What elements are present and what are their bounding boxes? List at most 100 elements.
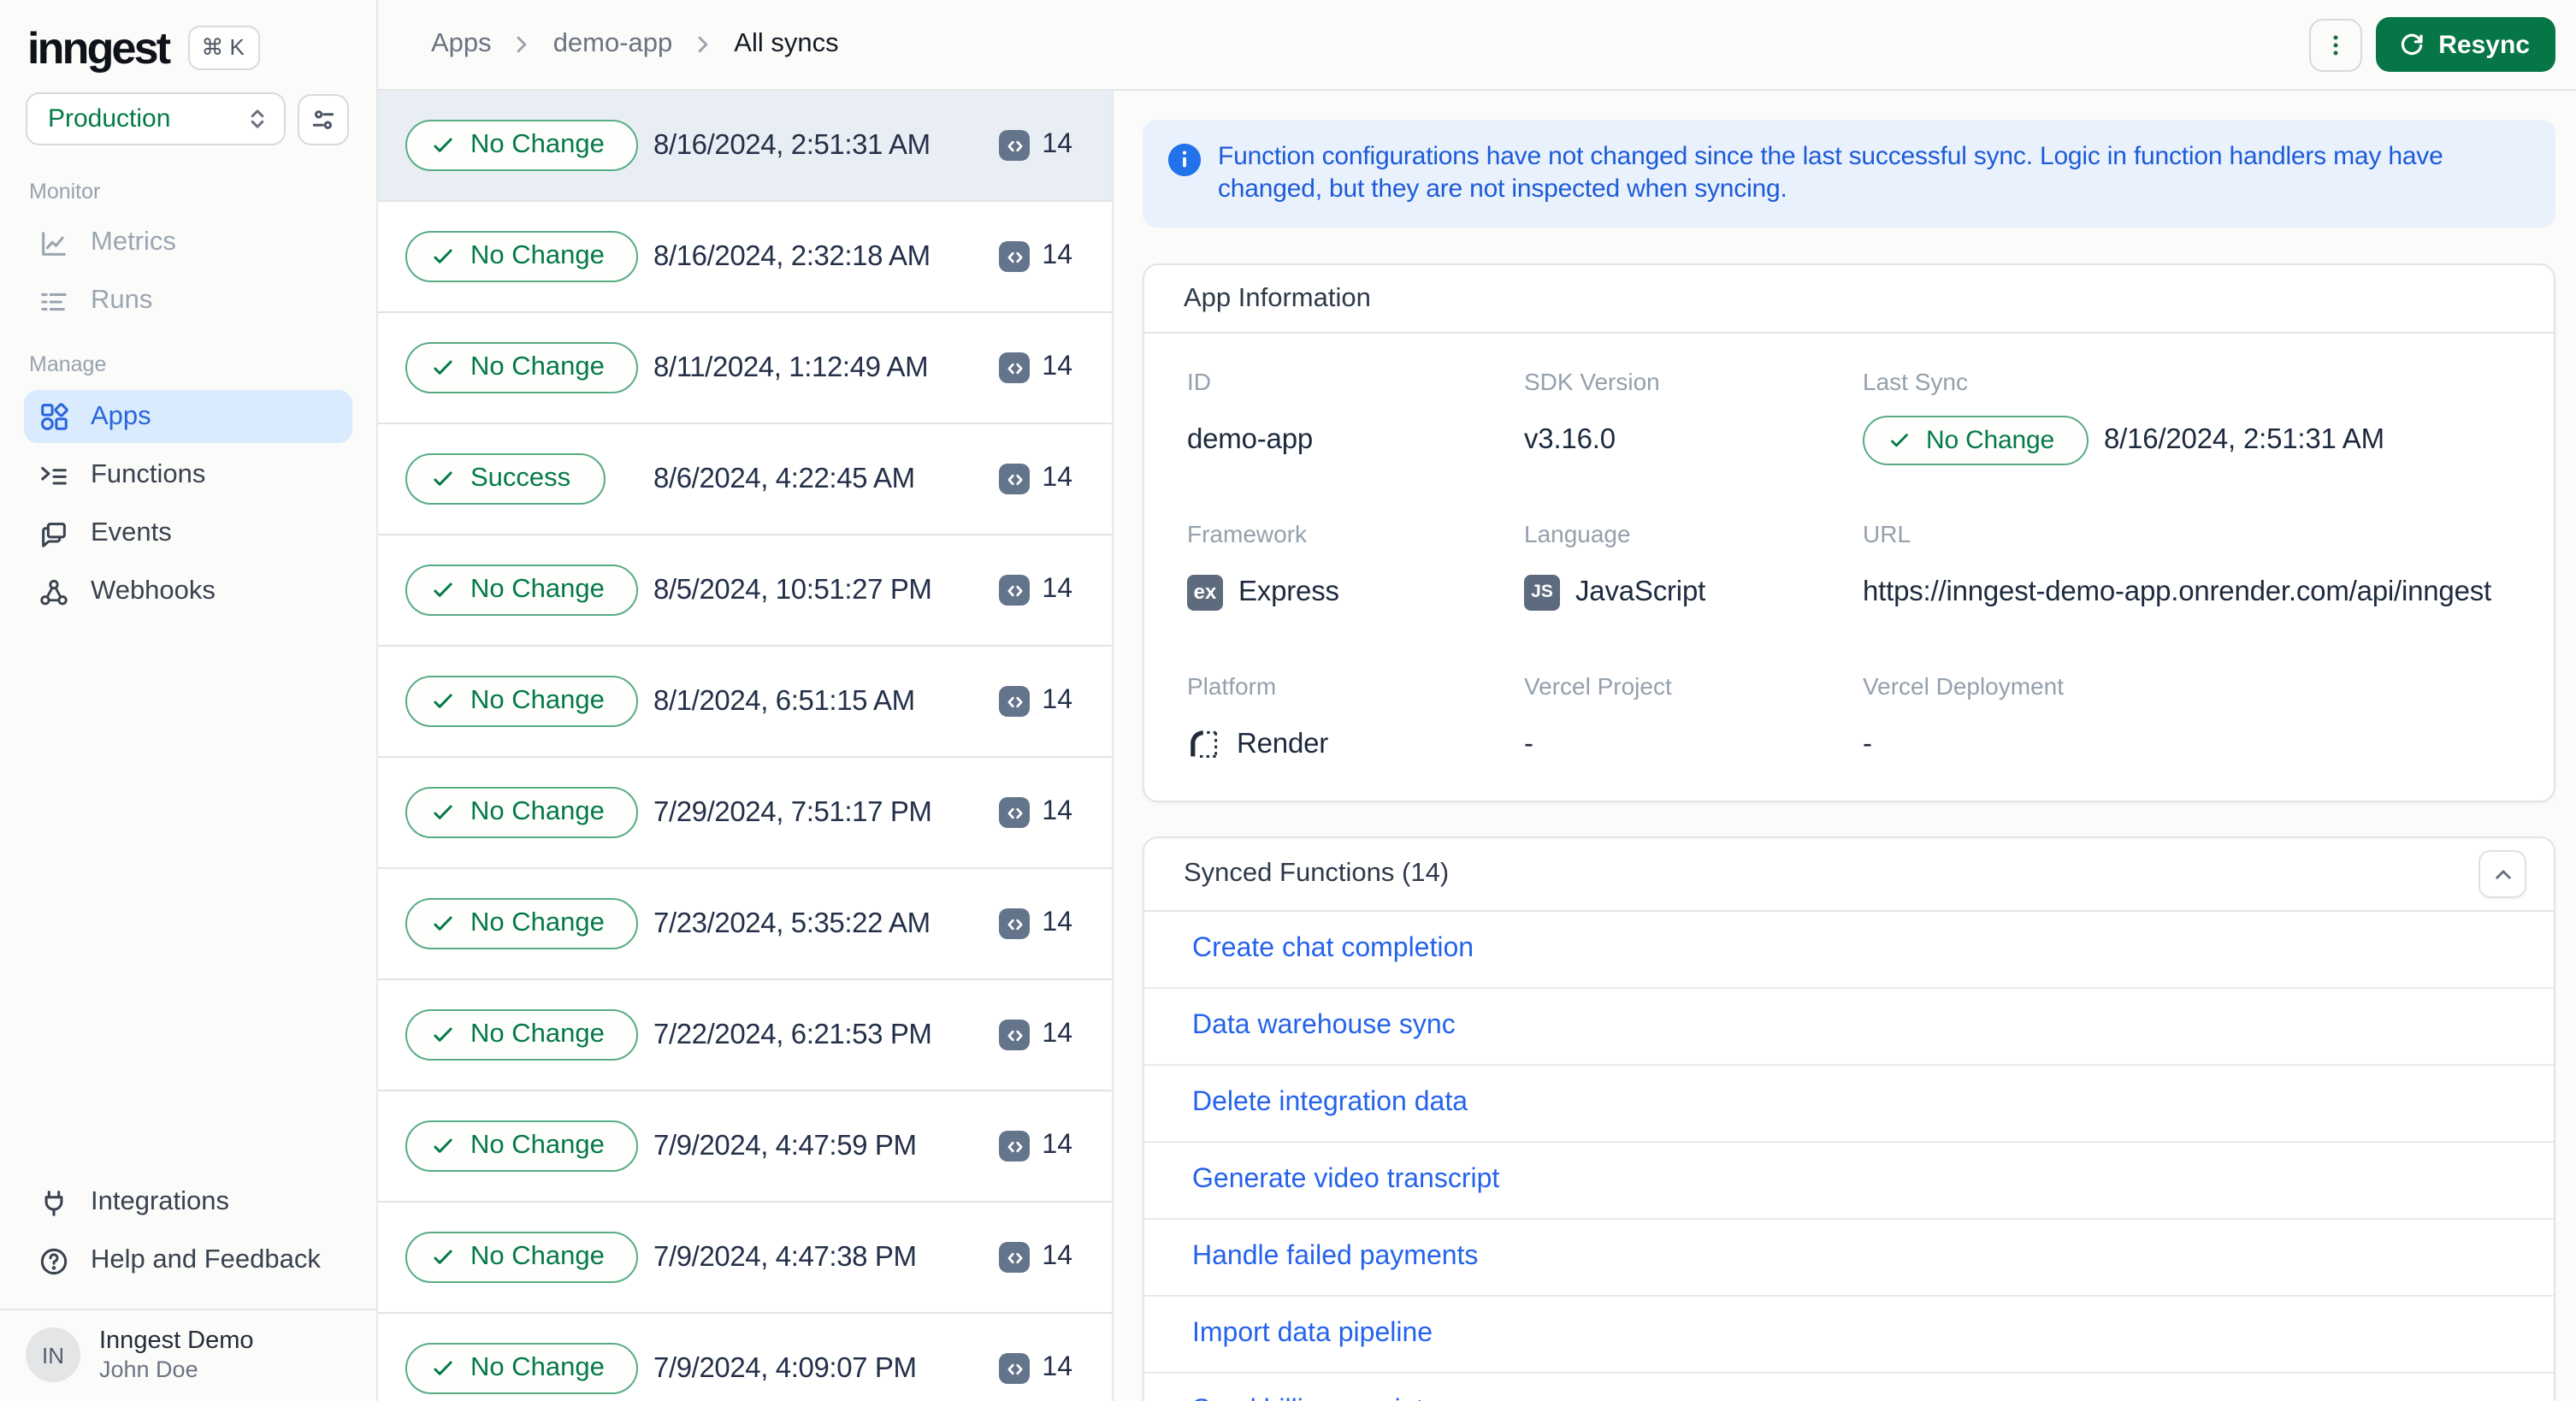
field-url: URL https://inngest-demo-app.onrender.co… (1863, 520, 2491, 606)
sidebar-item-functions[interactable]: Functions (24, 450, 352, 501)
sync-list-item[interactable]: No Change 8/16/2024, 2:51:31 AM 14 (378, 91, 1112, 202)
function-list-item[interactable]: Create chat completion (1144, 912, 2554, 989)
sync-list-item[interactable]: No Change 7/23/2024, 5:35:22 AM 14 (378, 869, 1112, 980)
sync-detail-pane: Function configurations have not changed… (1114, 91, 2576, 1401)
function-list-item[interactable]: Data warehouse sync (1144, 989, 2554, 1066)
apps-icon (38, 400, 70, 433)
chevron-updown-icon (245, 106, 270, 132)
sync-list-item[interactable]: No Change 7/9/2024, 4:47:38 PM 14 (378, 1203, 1112, 1314)
avatar: IN (26, 1327, 80, 1382)
function-link[interactable]: Generate video transcript (1192, 1165, 1499, 1196)
function-count: 14 (999, 686, 1072, 717)
nav-section-manage: Manage (29, 352, 107, 376)
runs-icon (38, 285, 70, 317)
webhooks-icon (38, 576, 70, 608)
sidebar-item-runs[interactable]: Runs (24, 275, 352, 327)
check-icon (431, 1023, 455, 1047)
check-icon (431, 133, 455, 157)
sidebar-item-help[interactable]: Help and Feedback (24, 1235, 352, 1286)
sync-list-item[interactable]: No Change 8/1/2024, 6:51:15 AM 14 (378, 647, 1112, 758)
sidebar-item-apps[interactable]: Apps (24, 390, 352, 443)
field-platform: Platform Render (1187, 672, 1524, 770)
nav-section-monitor: Monitor (29, 180, 101, 204)
sync-list-item[interactable]: No Change 7/29/2024, 7:51:17 PM 14 (378, 758, 1112, 869)
check-icon (431, 356, 455, 380)
metrics-icon (38, 227, 70, 259)
sync-list-item[interactable]: No Change 8/11/2024, 1:12:49 AM 14 (378, 313, 1112, 424)
function-list-item[interactable]: Send billing receipt (1144, 1374, 2554, 1401)
sync-timestamp: 8/16/2024, 2:51:31 AM (653, 129, 931, 160)
help-icon (38, 1244, 70, 1277)
status-badge: No Change (405, 1120, 639, 1172)
sidebar-item-integrations[interactable]: Integrations (24, 1177, 352, 1228)
function-count: 14 (999, 241, 1072, 272)
kebab-icon (2322, 32, 2348, 57)
sync-timestamp: 7/9/2024, 4:47:38 PM (653, 1241, 917, 1272)
function-link[interactable]: Data warehouse sync (1192, 1011, 1456, 1042)
sync-list-item[interactable]: No Change 8/16/2024, 2:32:18 AM 14 (378, 202, 1112, 313)
sync-timestamp: 7/29/2024, 7:51:17 PM (653, 796, 932, 827)
app-information-card: App Information ID demo-app SDK Version … (1143, 263, 2555, 802)
command-k-shortcut[interactable]: ⌘ K (187, 26, 260, 70)
check-icon (431, 467, 455, 491)
function-count: 14 (999, 1020, 1072, 1050)
function-list-item[interactable]: Handle failed payments (1144, 1220, 2554, 1297)
resync-button[interactable]: Resync (2375, 17, 2555, 72)
code-icon (999, 130, 1031, 161)
last-sync-timestamp: 8/16/2024, 2:51:31 AM (2104, 423, 2384, 454)
code-icon (999, 464, 1031, 494)
chevron-up-icon (2491, 863, 2514, 885)
app-information-header: App Information (1144, 265, 2554, 334)
more-options-button[interactable] (2308, 18, 2362, 71)
sidebar-item-events[interactable]: Events (24, 508, 352, 559)
status-badge: No Change (405, 231, 639, 282)
chevron-right-icon (511, 33, 535, 56)
function-link[interactable]: Handle failed payments (1192, 1242, 1478, 1273)
sync-timestamp: 7/23/2024, 5:35:22 AM (653, 907, 931, 938)
function-list-item[interactable]: Generate video transcript (1144, 1143, 2554, 1220)
sync-list-item[interactable]: No Change 8/5/2024, 10:51:27 PM 14 (378, 535, 1112, 647)
content: No Change 8/16/2024, 2:51:31 AM 14 No Ch… (378, 91, 2576, 1401)
status-badge: No Change (405, 898, 639, 949)
code-icon (999, 1353, 1031, 1384)
function-count: 14 (999, 575, 1072, 606)
sync-timestamp: 8/16/2024, 2:32:18 AM (653, 240, 931, 271)
field-language: Language JS JavaScript (1524, 520, 1863, 618)
check-icon (431, 912, 455, 936)
function-link[interactable]: Delete integration data (1192, 1088, 1468, 1119)
environment-settings-button[interactable] (298, 93, 349, 145)
info-banner: Function configurations have not changed… (1143, 120, 2555, 228)
function-link[interactable]: Send billing receipt (1192, 1396, 1423, 1401)
environment-select[interactable]: Production (26, 92, 286, 145)
status-badge: No Change (405, 565, 639, 616)
function-list-item[interactable]: Delete integration data (1144, 1066, 2554, 1143)
account-menu[interactable]: IN Inngest Demo John Doe (0, 1310, 376, 1401)
page-header: Apps demo-app All syncs Resync (378, 0, 2576, 91)
breadcrumb-apps[interactable]: Apps (431, 29, 492, 60)
function-count: 14 (999, 130, 1072, 161)
function-link[interactable]: Import data pipeline (1192, 1319, 1433, 1350)
field-vercel-project: Vercel Project - (1524, 672, 1672, 759)
info-icon (1168, 144, 1201, 176)
function-count: 14 (999, 1242, 1072, 1273)
synced-functions-list: Create chat completion Data warehouse sy… (1144, 912, 2554, 1401)
sidebar-item-metrics[interactable]: Metrics (24, 217, 352, 269)
function-link[interactable]: Create chat completion (1192, 934, 1474, 965)
code-icon (999, 575, 1031, 606)
sidebar-item-webhooks[interactable]: Webhooks (24, 566, 352, 618)
check-icon (431, 689, 455, 713)
sync-list-item[interactable]: No Change 7/22/2024, 6:21:53 PM 14 (378, 980, 1112, 1091)
plug-icon (38, 1186, 70, 1219)
sidebar-item-label: Integrations (91, 1187, 229, 1216)
sync-list-item[interactable]: No Change 7/9/2024, 4:47:59 PM 14 (378, 1091, 1112, 1203)
collapse-button[interactable] (2479, 850, 2526, 898)
function-count: 14 (999, 908, 1072, 939)
function-list-item[interactable]: Import data pipeline (1144, 1297, 2554, 1374)
check-icon (431, 1245, 455, 1269)
breadcrumb-demo-app[interactable]: demo-app (553, 29, 673, 60)
account-user: John Doe (99, 1357, 198, 1382)
status-badge: No Change (405, 1009, 639, 1061)
status-badge: No Change (405, 787, 639, 838)
sync-list-item[interactable]: Success 8/6/2024, 4:22:45 AM 14 (378, 424, 1112, 535)
sync-list-item[interactable]: No Change 7/9/2024, 4:09:07 PM 14 (378, 1314, 1112, 1401)
